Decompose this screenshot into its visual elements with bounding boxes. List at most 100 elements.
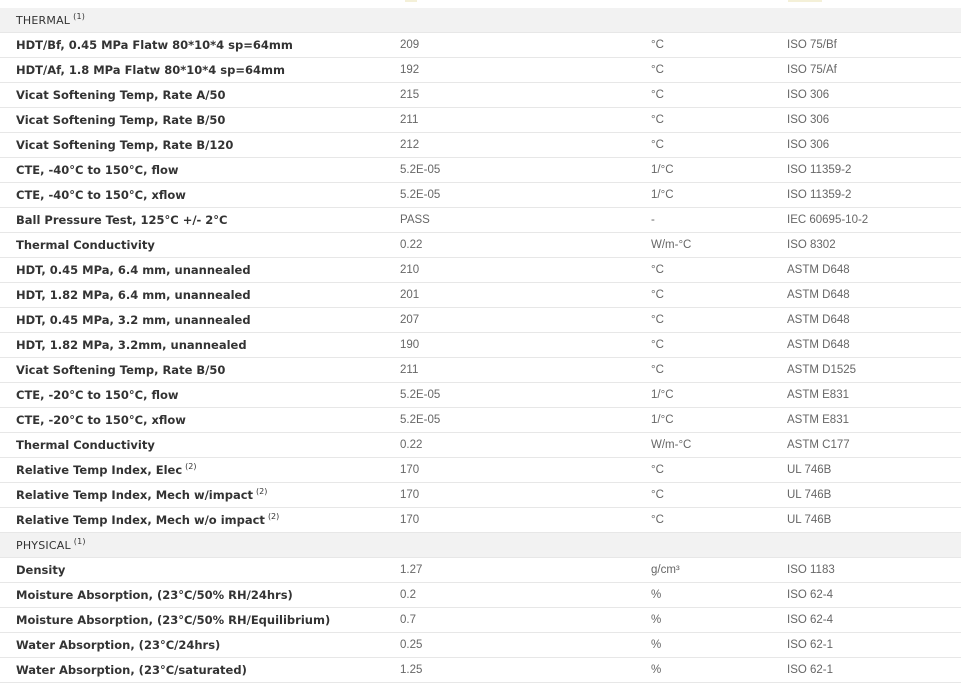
test-standard: ISO 11359-2 — [771, 182, 961, 208]
property-value: 1.27 — [384, 557, 635, 583]
property-unit: 1/°C — [635, 407, 771, 433]
test-standard: ISO 11359-2 — [771, 157, 961, 183]
property-unit: °C — [635, 57, 771, 83]
section-footnote-marker: (1) — [73, 536, 86, 546]
property-footnote-marker: (2) — [256, 487, 268, 497]
property-unit: °C — [635, 307, 771, 333]
table-row: HDT, 0.45 MPa, 6.4 mm, unannealed 210 °C AS… — [0, 257, 961, 283]
test-standard: ISO 62-1 — [771, 632, 961, 658]
table-row: HDT/Bf, 0.45 MPa Flatw 80*10*4 sp=64mm 20… — [0, 32, 961, 58]
test-standard: ASTM E831 — [771, 382, 961, 408]
property-name: Vicat Softening Temp, Rate A/50 — [16, 88, 226, 102]
property-name: Vicat Softening Temp, Rate B/50 — [16, 113, 226, 127]
top-strip-accent-1 — [405, 0, 417, 2]
property-name-cell: CTE, -40°C to 150°C, flow — [0, 157, 384, 183]
property-value: 5.2E-05 — [384, 382, 635, 408]
property-name: Density — [16, 563, 66, 577]
table-row: CTE, -40°C to 150°C, xflow 5.2E-05 1/°C ISO… — [0, 182, 961, 208]
property-unit: 1/°C — [635, 182, 771, 208]
property-unit: °C — [635, 507, 771, 533]
property-name: Moisture Absorption, (23°C/50% RH/24hrs) — [16, 588, 293, 602]
property-unit: % — [635, 632, 771, 658]
property-name-cell: Relative Temp Index, Elec (2) — [0, 457, 384, 483]
property-unit: % — [635, 657, 771, 683]
property-value: 0.7 — [384, 607, 635, 633]
property-name: CTE, -40°C to 150°C, xflow — [16, 188, 186, 202]
test-standard: IEC 60695-10-2 — [771, 207, 961, 233]
property-name: HDT/Bf, 0.45 MPa Flatw 80*10*4 sp=64mm — [16, 38, 293, 52]
table-row: CTE, -40°C to 150°C, flow 5.2E-05 1/°C ISO … — [0, 157, 961, 183]
table-row: HDT, 0.45 MPa, 3.2 mm, unannealed 207 °C AS… — [0, 307, 961, 333]
property-name-cell: Relative Temp Index, Mech w/impact (2) — [0, 482, 384, 508]
table-row: Water Absorption, (23°C/saturated) 1.25% I… — [0, 657, 961, 683]
property-name-cell: HDT, 0.45 MPa, 6.4 mm, unannealed — [0, 257, 384, 283]
test-standard: ASTM D1525 — [771, 357, 961, 383]
table-row: HDT/Af, 1.8 MPa Flatw 80*10*4 sp=64mm 192… — [0, 57, 961, 83]
table-row: Water Absorption, (23°C/24hrs) 0.25% ISO 6… — [0, 632, 961, 658]
property-name-cell: CTE, -20°C to 150°C, flow — [0, 382, 384, 408]
property-value: 201 — [384, 282, 635, 308]
property-unit: - — [635, 207, 771, 233]
property-name-cell: Relative Temp Index, Mech w/o impact (2) — [0, 507, 384, 533]
table-row: HDT, 1.82 MPa, 6.4 mm, unannealed 201 °C AS… — [0, 282, 961, 308]
table-row: Moisture Absorption, (23°C/50% RH/24hrs)… — [0, 582, 961, 608]
property-value: 211 — [384, 357, 635, 383]
table-row: Moisture Absorption, (23°C/50% RH/Equili… — [0, 607, 961, 633]
property-name: CTE, -20°C to 150°C, xflow — [16, 413, 186, 427]
property-name: Ball Pressure Test, 125°C +/- 2°C — [16, 213, 228, 227]
property-name-cell: Water Absorption, (23°C/24hrs) — [0, 632, 384, 658]
table-row: Vicat Softening Temp, Rate B/50 211 °C ASTM… — [0, 357, 961, 383]
test-standard: UL 746B — [771, 457, 961, 483]
section-title-cell: THERMAL (1) — [0, 8, 961, 33]
property-unit: °C — [635, 132, 771, 158]
table-row: CTE, -20°C to 150°C, xflow 5.2E-05 1/°C AST… — [0, 407, 961, 433]
table-row: Thermal Conductivity 0.22 W/m-°C ASTM C177 — [0, 432, 961, 458]
section-header-physical: PHYSICAL (1) — [0, 532, 961, 558]
property-name-cell: Vicat Softening Temp, Rate A/50 — [0, 82, 384, 108]
property-name: CTE, -20°C to 150°C, flow — [16, 388, 179, 402]
property-name: HDT, 1.82 MPa, 6.4 mm, unannealed — [16, 288, 251, 302]
property-value: 0.22 — [384, 232, 635, 258]
test-standard: ISO 62-4 — [771, 607, 961, 633]
property-name-cell: Density — [0, 557, 384, 583]
property-name-cell: HDT/Bf, 0.45 MPa Flatw 80*10*4 sp=64mm — [0, 32, 384, 58]
property-name-cell: Thermal Conductivity — [0, 232, 384, 258]
section-header-thermal: THERMAL (1) — [0, 8, 961, 33]
table-row: Density 1.27 g/cm³ ISO 1183 — [0, 557, 961, 583]
property-value: 212 — [384, 132, 635, 158]
property-unit: % — [635, 582, 771, 608]
property-value: 0.22 — [384, 432, 635, 458]
property-name: Thermal Conductivity — [16, 238, 155, 252]
property-name-cell: Vicat Softening Temp, Rate B/120 — [0, 132, 384, 158]
property-value: 170 — [384, 457, 635, 483]
property-value: 210 — [384, 257, 635, 283]
property-name: HDT, 0.45 MPa, 6.4 mm, unannealed — [16, 263, 251, 277]
test-standard: ISO 306 — [771, 82, 961, 108]
property-unit: 1/°C — [635, 157, 771, 183]
test-standard: ASTM D648 — [771, 282, 961, 308]
property-value: 5.2E-05 — [384, 182, 635, 208]
section-footnote-marker: (1) — [73, 11, 86, 21]
property-value: 0.25 — [384, 632, 635, 658]
top-strip-accent-2 — [788, 0, 822, 2]
test-standard: ASTM D648 — [771, 257, 961, 283]
property-value: 5.2E-05 — [384, 157, 635, 183]
section-title-cell: PHYSICAL (1) — [0, 532, 961, 558]
property-value: 207 — [384, 307, 635, 333]
property-name-cell: HDT, 1.82 MPa, 6.4 mm, unannealed — [0, 282, 384, 308]
property-name-cell: HDT/Af, 1.8 MPa Flatw 80*10*4 sp=64mm — [0, 57, 384, 83]
test-standard: ISO 62-1 — [771, 657, 961, 683]
property-value: 170 — [384, 482, 635, 508]
property-value: 170 — [384, 507, 635, 533]
test-standard: ASTM E831 — [771, 407, 961, 433]
top-strip — [0, 0, 961, 8]
property-unit: °C — [635, 357, 771, 383]
table-row: Relative Temp Index, Elec (2) 170 °C UL 746B — [0, 457, 961, 483]
property-name: Water Absorption, (23°C/saturated) — [16, 663, 247, 677]
property-name: Moisture Absorption, (23°C/50% RH/Equili… — [16, 613, 331, 627]
property-value: 190 — [384, 332, 635, 358]
property-name: Relative Temp Index, Elec — [16, 463, 183, 477]
table-row: Ball Pressure Test, 125°C +/- 2°C PASS - IE… — [0, 207, 961, 233]
property-value: 215 — [384, 82, 635, 108]
table-row: Vicat Softening Temp, Rate B/50 211 °C ISO … — [0, 107, 961, 133]
